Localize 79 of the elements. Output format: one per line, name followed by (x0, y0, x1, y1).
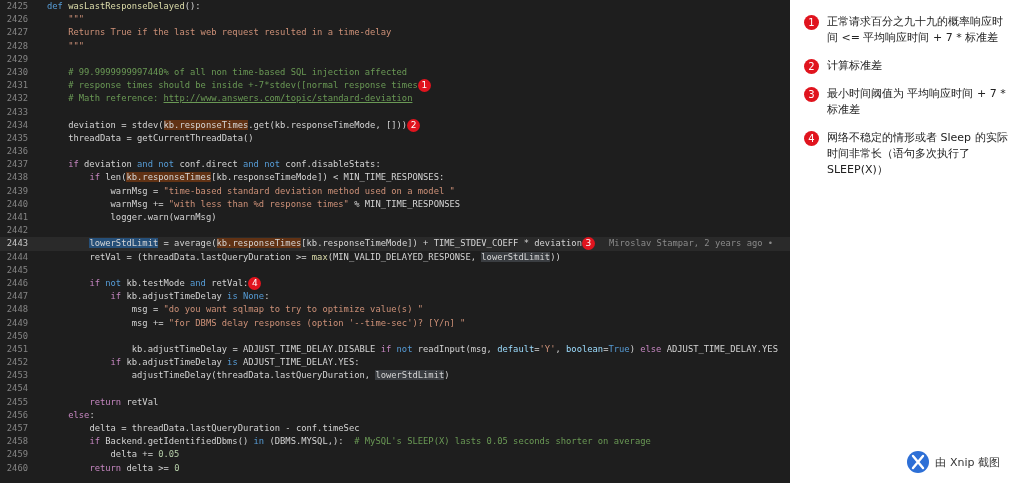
code-line: warnMsg += "with less than %d response times" % MIN_TIME_RESPONSES (109, 197, 461, 211)
code-line: # 99.9999999997440% of all non time-based SQL injection affected (67, 65, 408, 79)
marker-badge: 2 (804, 59, 819, 74)
code-line: """ (67, 13, 85, 27)
line-number: 2440 (5, 197, 28, 211)
code-line: retVal = (threadData.lastQueryDuration >= max(MIN_VALID_DELAYED_RESPONSE, lowerStdLimit)) (88, 250, 561, 264)
line-number: 2443 (5, 237, 28, 251)
line-number: 2426 (5, 13, 28, 27)
line-number: 2447 (5, 290, 28, 304)
line-number: 2456 (5, 408, 28, 422)
code-line: msg += "for DBMS delay responses (option '--time-sec')? [Y/n] " (130, 316, 466, 330)
code-line: warnMsg = "time-based standard deviation method used on a model " (109, 184, 455, 198)
line-number: 2451 (5, 342, 28, 356)
marker-badge: 1 (417, 79, 431, 93)
line-number: 2429 (5, 52, 28, 66)
code-line: deviation = stdev(kb.responseTimes.get(kb.responseTimeMode, [])) (67, 118, 408, 132)
code-line: return retVal (88, 395, 159, 409)
footer-caption: 由 Xnip 截图 (935, 454, 1000, 470)
line-number: 2459 (5, 448, 28, 462)
line-number: 2428 (5, 39, 28, 53)
line-number: 2434 (5, 118, 28, 132)
code-line: return delta >= 0 (88, 461, 180, 475)
code-line: else: (67, 408, 95, 422)
line-number: 2431 (5, 79, 28, 93)
code-line: if kb.adjustTimeDelay is ADJUST_TIME_DELAY.YES: (109, 356, 360, 370)
code-line: if len(kb.responseTimes[kb.responseTimeMode]) < MIN_TIME_RESPONSES: (88, 171, 445, 185)
code-line: kb.adjustTimeDelay = ADJUST_TIME_DELAY.DISABLE if not readInput(msg, default='Y', boolean=True) else ADJUST_TIME_DELAY.YES (130, 342, 778, 356)
line-number: 2435 (5, 131, 28, 145)
line-number: 2452 (5, 356, 28, 370)
line-number: 2439 (5, 184, 28, 198)
code-line: if kb.adjustTimeDelay is None: (109, 290, 270, 304)
code-line: # response times should be inside +-7*stdev([normal response times (67, 79, 418, 93)
code-line: delta = threadData.lastQueryDuration - conf.timeSec (88, 422, 360, 435)
code-line: lowerStdLimit = average(kb.responseTimes[kb.responseTimeMode]) + TIME_STDEV_COEFF * deviation (88, 237, 582, 251)
line-number: 2457 (5, 422, 28, 435)
line-number: 2453 (5, 369, 28, 383)
line-number: 2460 (5, 461, 28, 475)
line-number: 2438 (5, 171, 28, 185)
line-number: 2449 (5, 316, 28, 330)
line-number: 2437 (5, 158, 28, 172)
line-number: 2427 (5, 26, 28, 40)
code-line: threadData = getCurrentThreadData() (67, 131, 254, 145)
marker-badge: 4 (804, 131, 819, 146)
code-line: if not kb.testMode and retVal: (88, 276, 249, 290)
code-line: delta += 0.05 (109, 448, 180, 462)
code-line: # Math reference: http://www.answers.com/topic/standard-deviation (67, 92, 413, 106)
annotation-text: 计算标准差 (827, 58, 882, 74)
line-number: 2458 (5, 435, 28, 449)
line-number: 2446 (5, 276, 28, 290)
marker-badge: 1 (804, 15, 819, 30)
marker-badge: 3 (581, 237, 595, 251)
line-number: 2433 (5, 105, 28, 119)
line-number: 2450 (5, 329, 28, 343)
line-number: 2441 (5, 211, 28, 224)
marker-badge: 4 (248, 277, 262, 291)
line-number: 2444 (5, 250, 28, 264)
annotation-text: 网络不稳定的情形或者 Sleep 的实际时间非常长（语句多次执行了 SLEEP(X)） (827, 130, 1009, 178)
code-line: adjustTimeDelay(threadData.lastQueryDuration, lowerStdLimit) (130, 369, 450, 383)
code-line: logger.warn(warnMsg) (109, 211, 217, 224)
line-number: 2445 (5, 263, 28, 277)
line-number: 2432 (5, 92, 28, 106)
code-line: def wasLastResponseDelayed(): (47, 0, 201, 13)
line-number: 2448 (5, 303, 28, 317)
code-line: msg = "do you want sqlmap to try to optimize value(s) " (130, 303, 424, 317)
annotation-text: 正常请求百分之九十九的概率响应时间 <= 平均响应时间 + 7 * 标准差 (827, 14, 1004, 46)
line-number: 2425 (5, 0, 28, 13)
line-number: 2454 (5, 382, 28, 396)
code-line: Returns True if the last web request resulted in a time-delay (67, 26, 392, 40)
line-number: 2455 (5, 395, 28, 409)
code-line: if Backend.getIdentifiedDbms() in (DBMS.MYSQL,): # MySQL's SLEEP(X) lasts 0.05 seconds shorter on average (88, 435, 651, 449)
line-number: 2436 (5, 145, 28, 159)
marker-badge: 2 (407, 118, 421, 132)
code-line: """ (67, 39, 85, 53)
annotation-text: 最小时间阈值为 平均响应时间 + 7 * 标准差 (827, 86, 1007, 118)
marker-badge: 3 (804, 87, 819, 102)
line-number: 2442 (5, 224, 28, 238)
code-line: if deviation and not conf.direct and not conf.disableStats: (67, 158, 381, 172)
line-number: 2430 (5, 65, 28, 79)
blame-annotation: Miroslav Stampar, 2 years ago • (608, 237, 774, 251)
